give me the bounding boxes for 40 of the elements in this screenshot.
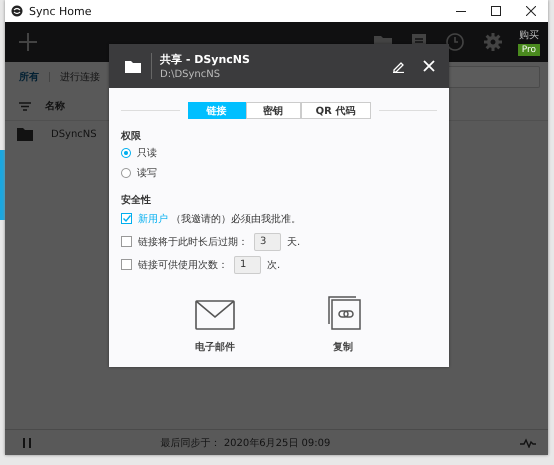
- checkbox-label: 链接可供使用次数：: [138, 258, 228, 272]
- settings-icon[interactable]: [484, 33, 502, 51]
- window-title: Sync Home: [29, 4, 92, 18]
- unit-label: 天.: [287, 236, 300, 248]
- maximize-icon[interactable]: [490, 6, 500, 16]
- checkbox[interactable]: [121, 236, 132, 247]
- dialog-title: 共享 - DSyncNS: [160, 52, 251, 67]
- last-sync-text: 最后同步于： 2020年6月25日 09:09: [160, 436, 332, 450]
- checkbox[interactable]: [121, 213, 132, 224]
- activity-icon[interactable]: [520, 438, 536, 448]
- close-button[interactable]: [423, 60, 435, 72]
- unit-label: 次.: [267, 258, 280, 272]
- clock-icon[interactable]: [446, 33, 464, 51]
- folder-path: D:\DSyncNS: [160, 69, 222, 80]
- purchase-label[interactable]: 购买: [518, 28, 539, 42]
- section-heading: 安全性: [121, 193, 152, 207]
- email-button[interactable]: 电子邮件: [175, 300, 255, 354]
- copy-button[interactable]: 复制: [303, 296, 383, 354]
- number-field[interactable]: 3: [254, 232, 281, 250]
- radio-button[interactable]: [121, 148, 131, 158]
- section-heading: 权限: [121, 130, 142, 143]
- radio-label[interactable]: 只读: [137, 146, 157, 160]
- checkbox[interactable]: [121, 259, 132, 270]
- edit-button[interactable]: [392, 60, 405, 72]
- folder-icon: [125, 60, 141, 72]
- checkbox-label: 新用户 （我邀请的）必须由我批准。: [138, 212, 302, 226]
- sort-icon[interactable]: [19, 102, 31, 110]
- number-field[interactable]: 1: [234, 256, 261, 274]
- pro-badge: Pro: [518, 44, 540, 56]
- close-icon[interactable]: [526, 6, 536, 16]
- radio-button[interactable]: [121, 168, 131, 178]
- app-logo-icon: [11, 5, 23, 17]
- envelope-icon: [195, 300, 235, 330]
- folder-icon: [17, 127, 33, 141]
- tab[interactable]: 密钥: [246, 102, 300, 119]
- pause-icon[interactable]: [23, 438, 31, 448]
- tab[interactable]: QR 代码: [300, 102, 370, 119]
- checkbox-label: 链接将于此时长后过期：: [138, 236, 248, 248]
- radio-label[interactable]: 读写: [137, 166, 157, 180]
- add-icon[interactable]: [19, 33, 37, 51]
